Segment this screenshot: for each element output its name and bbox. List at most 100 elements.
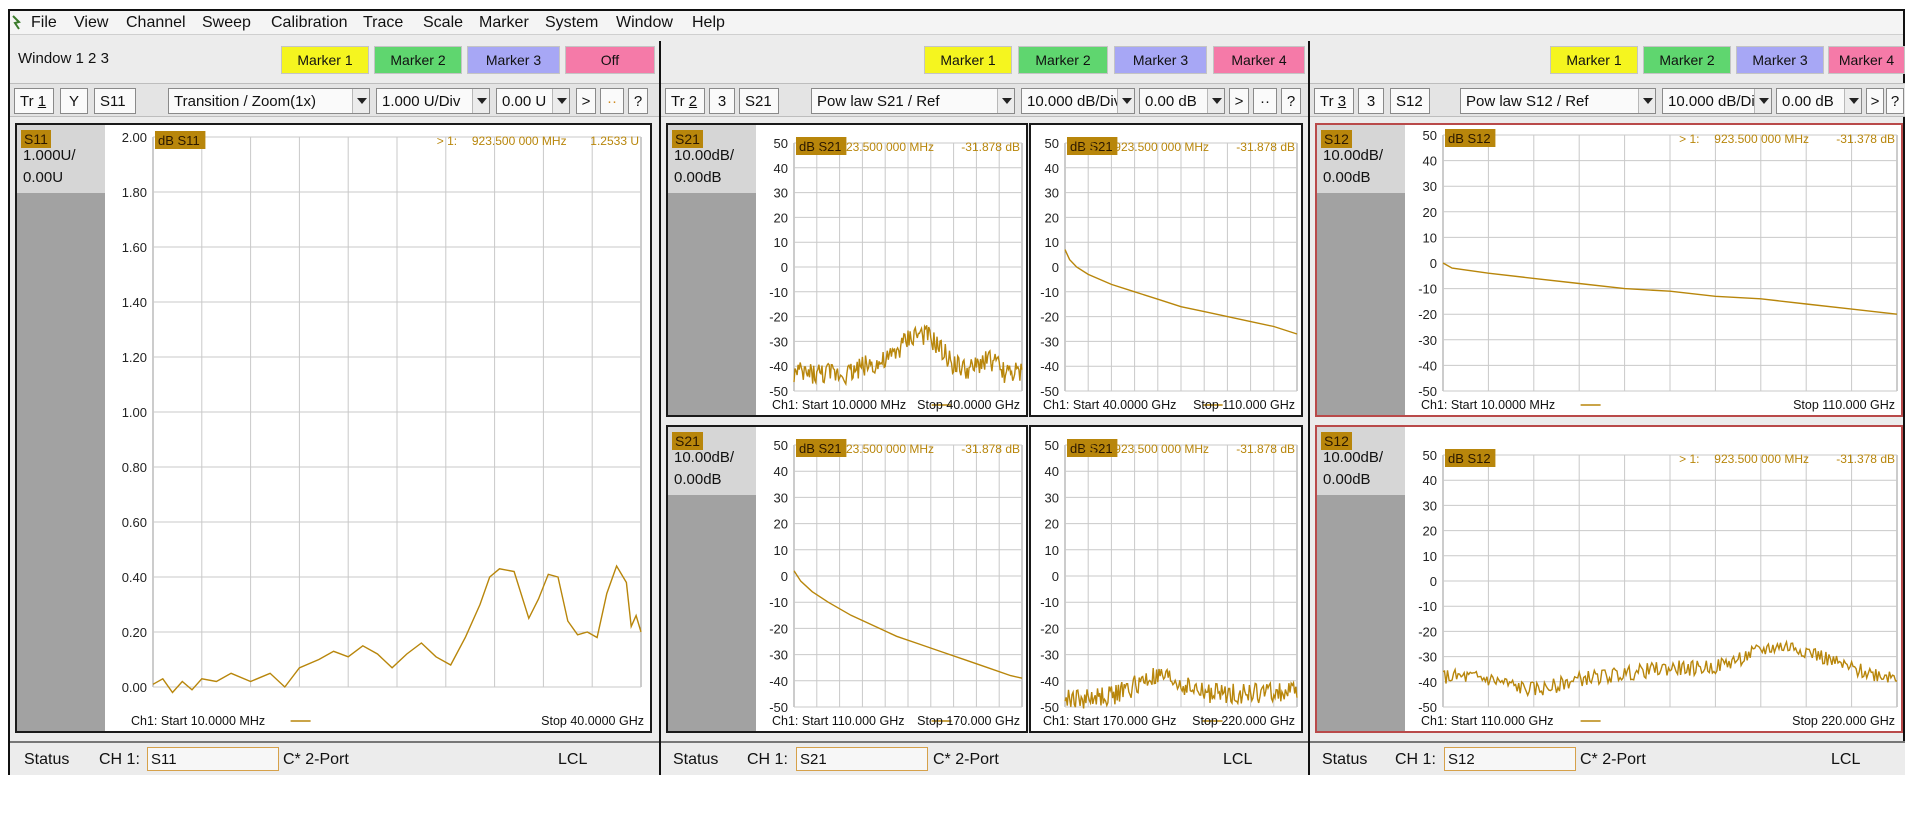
help-button[interactable]: ? bbox=[1281, 88, 1301, 114]
format-dropdown[interactable]: Pow law S21 / Ref bbox=[811, 88, 1015, 114]
ref-readout: 0.00dB bbox=[1323, 169, 1371, 186]
y-tick-label: -30 bbox=[769, 648, 788, 663]
trace-select-button[interactable]: Tr 2 bbox=[665, 88, 705, 114]
format-dropdown[interactable]: Pow law S12 / Ref bbox=[1460, 88, 1656, 114]
marker-4-button[interactable]: Marker 4 bbox=[1213, 46, 1305, 74]
ref-dropdown[interactable]: 0.00 dB bbox=[1776, 88, 1862, 114]
marker-2-button[interactable]: Marker 2 bbox=[1018, 46, 1108, 74]
chart-s12-upper-plot[interactable]: -50 -40 -30 -20 -10 0 10 20 30 40 50 dB S12 -31.378 … bbox=[1405, 125, 1901, 415]
param-field[interactable]: S21 bbox=[739, 88, 779, 114]
y-tick-label: 1.80 bbox=[122, 185, 147, 200]
param-field[interactable]: S12 bbox=[1390, 88, 1430, 114]
marker-1-button[interactable]: Marker 1 bbox=[281, 46, 369, 74]
menu-marker[interactable]: Marker bbox=[479, 14, 529, 32]
y-tick-label: -30 bbox=[1040, 334, 1059, 349]
menu-system[interactable]: System bbox=[545, 14, 598, 32]
sweep-stop-label: Stop 40.0000 GHz bbox=[541, 714, 644, 728]
channel-trace-field[interactable]: S11 bbox=[147, 747, 279, 771]
marker-readout-index: > 1: bbox=[437, 134, 457, 148]
ref-dropdown[interactable]: 0.00 U bbox=[496, 88, 570, 114]
format-text: Pow law S12 / Ref bbox=[1466, 92, 1589, 110]
help-button[interactable]: ? bbox=[628, 88, 648, 114]
trace-info-column: S21 10.00dB/ 0.00dB bbox=[668, 125, 756, 415]
marker-1-button[interactable]: Marker 1 bbox=[1550, 46, 1638, 74]
window-pane-1: Marker 1 Marker 2 Marker 3 Off Tr 1 Y S1… bbox=[10, 41, 659, 775]
channel-trace-field[interactable]: S12 bbox=[1444, 747, 1576, 771]
y-tick-label: 30 bbox=[1045, 186, 1059, 201]
chart-s12-lower-plot[interactable]: -50 -40 -30 -20 -10 0 10 20 30 40 50 dB S12 -31.378 … bbox=[1405, 427, 1901, 731]
marker-2-button[interactable]: Marker 2 bbox=[374, 46, 462, 74]
y-tick-label: 40 bbox=[1045, 464, 1059, 479]
scale-dropdown[interactable]: 10.000 dB/Div bbox=[1021, 88, 1135, 114]
marker-readout-freq: 923.500 000 MHz bbox=[839, 442, 934, 456]
next-button[interactable]: > bbox=[1229, 88, 1249, 114]
next-button[interactable]: > bbox=[576, 88, 596, 114]
menu-calibration[interactable]: Calibration bbox=[271, 14, 347, 32]
chevron-down-icon bbox=[1207, 89, 1224, 113]
y-tick-label: 50 bbox=[1045, 136, 1059, 151]
lcl-indicator: LCL bbox=[558, 751, 588, 768]
window-pane-3: Marker 1 Marker 2 Marker 3 Marker 4 Tr 3… bbox=[1308, 41, 1905, 775]
menu-scale[interactable]: Scale bbox=[423, 14, 463, 32]
chart-s21-lower-left-plot[interactable]: -50-40-30-20-1001020304050 dB S21 -31.878 … bbox=[756, 427, 1026, 731]
menu-channel[interactable]: Channel bbox=[126, 14, 186, 32]
app-logo-icon bbox=[12, 15, 21, 30]
y-tick-label: 10 bbox=[774, 235, 788, 250]
menu-sweep[interactable]: Sweep bbox=[202, 14, 251, 32]
y-tick-label: 0.80 bbox=[122, 460, 147, 475]
scale-readout: 1.000U/ bbox=[23, 147, 76, 164]
window-pane-2: Marker 1 Marker 2 Marker 3 Marker 4 Tr 2… bbox=[659, 41, 1308, 775]
marker-readout-value: -31.878 dB bbox=[961, 442, 1020, 456]
trace-label: Tr bbox=[671, 92, 685, 110]
menu-window[interactable]: Window bbox=[616, 14, 673, 32]
menu-trace[interactable]: Trace bbox=[363, 14, 403, 32]
y-tick-label: 1.40 bbox=[122, 295, 147, 310]
y-tick-label: -30 bbox=[1418, 333, 1437, 348]
y-tick-label: 20 bbox=[1045, 517, 1059, 532]
menu-file[interactable]: File bbox=[31, 14, 57, 32]
trace-select-button[interactable]: Tr 1 bbox=[14, 88, 54, 114]
sweep-start-label: Ch1: Start 10.0000 MHz bbox=[131, 714, 265, 728]
trace-count-button[interactable]: 3 bbox=[709, 88, 735, 114]
y-axis-button[interactable]: Y bbox=[60, 88, 88, 114]
chart-s21-lower-right-plot[interactable]: -50-40-30-20-1001020304050 dB S21 -31.878 … bbox=[1031, 427, 1301, 731]
status-label: Status bbox=[1322, 751, 1368, 768]
trace-select-button[interactable]: Tr 3 bbox=[1314, 88, 1354, 114]
scale-dropdown[interactable]: 10.000 dB/Div bbox=[1662, 88, 1772, 114]
sweep-start-label: Ch1: Start 110.000 GHz bbox=[1421, 714, 1553, 728]
scale-dropdown[interactable]: 1.000 U/Div bbox=[376, 88, 490, 114]
marker-3-button[interactable]: Marker 3 bbox=[1736, 46, 1824, 74]
marker-1-button[interactable]: Marker 1 bbox=[924, 46, 1012, 74]
format-dropdown[interactable]: Transition / Zoom(1x) bbox=[168, 88, 370, 114]
y-tick-label: -40 bbox=[1418, 675, 1437, 690]
menu-help[interactable]: Help bbox=[692, 14, 725, 32]
trace-toolbar-1: Tr 1 Y S11 Transition / Zoom(1x) 1.000 U… bbox=[10, 83, 659, 117]
y-tick-label: 0 bbox=[781, 260, 788, 275]
param-field[interactable]: S11 bbox=[94, 88, 136, 114]
scale-readout: 10.00dB/ bbox=[1323, 449, 1384, 466]
help-button[interactable]: ? bbox=[1886, 88, 1904, 114]
marker-4-button[interactable]: Marker 4 bbox=[1828, 46, 1905, 74]
ref-dropdown[interactable]: 0.00 dB bbox=[1139, 88, 1225, 114]
channel-trace-field[interactable]: S21 bbox=[796, 747, 928, 771]
y-tick-label: -50 bbox=[1418, 700, 1437, 715]
cal-mode-label: C* 2-Port bbox=[1580, 751, 1646, 768]
marker-2-button[interactable]: Marker 2 bbox=[1643, 46, 1731, 74]
trace-count-button[interactable]: 3 bbox=[1358, 88, 1384, 114]
trace-toolbar-2: Tr 2 3 S21 Pow law S21 / Ref 10.000 dB/D… bbox=[661, 83, 1308, 117]
menu-view[interactable]: View bbox=[74, 14, 108, 32]
chart-s11-plot[interactable]: 0.00 0.20 0.40 0.60 0.80 1.00 1.20 1.40 1.60 1.80… bbox=[105, 125, 650, 731]
marker-off-button[interactable]: Off bbox=[565, 46, 655, 74]
marker-3-button[interactable]: Marker 3 bbox=[467, 46, 560, 74]
trace-label: Tr bbox=[1320, 92, 1334, 110]
more-button[interactable]: ·· bbox=[1253, 88, 1277, 114]
trace-info-column: S11 1.000U/ 0.00U bbox=[17, 125, 105, 731]
trace-toolbar-3: Tr 3 3 S12 Pow law S12 / Ref 10.000 dB/D… bbox=[1310, 83, 1905, 117]
more-button[interactable]: ·· bbox=[600, 88, 624, 114]
trace-info-column: S12 10.00dB/ 0.00dB bbox=[1317, 125, 1405, 415]
chart-s21-upper-right-plot[interactable]: -50-40-30-20-1001020304050 dB S21 -31.878 … bbox=[1031, 125, 1301, 415]
chart-s21-upper-left-plot[interactable]: -50-40-30-20-1001020304050 dB S21 -31.878 … bbox=[756, 125, 1026, 415]
y-tick-label: 1.60 bbox=[122, 240, 147, 255]
next-button[interactable]: > bbox=[1866, 88, 1884, 114]
marker-3-button[interactable]: Marker 3 bbox=[1114, 46, 1207, 74]
